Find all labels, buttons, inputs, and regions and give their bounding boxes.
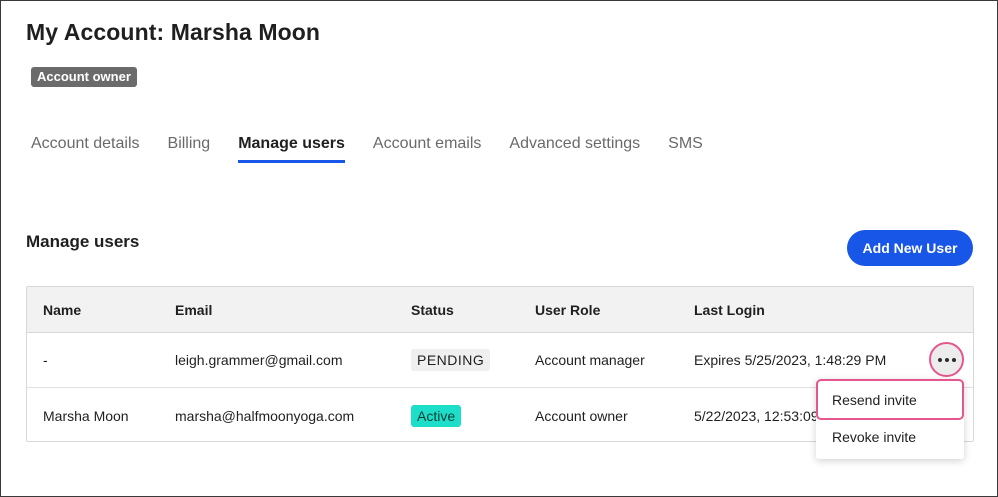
account-page: My Account: Marsha Moon Account owner Ac…	[0, 0, 998, 497]
status-badge: PENDING	[411, 349, 491, 371]
row-actions-menu: Resend invite Revoke invite	[816, 379, 964, 459]
user-email: leigh.grammer@gmail.com	[175, 352, 343, 368]
page-title: My Account: Marsha Moon	[26, 19, 321, 45]
user-name: Marsha Moon	[43, 407, 129, 424]
more-horizontal-icon	[937, 357, 956, 362]
last-login: 5/22/2023, 12:53:09	[694, 407, 819, 424]
table-header: Name Email Status User Role Last Login	[27, 287, 973, 333]
column-header-email: Email	[175, 301, 213, 318]
column-header-name: Name	[43, 301, 82, 318]
column-header-status: Status	[411, 301, 454, 318]
resend-invite-menu-item[interactable]: Resend invite	[816, 379, 964, 420]
status-cell: Active	[411, 388, 462, 441]
user-email: marsha@halfmoonyoga.com	[175, 407, 355, 424]
tab-manage-users[interactable]: Manage users	[238, 135, 345, 163]
tab-advanced-settings[interactable]: Advanced settings	[509, 135, 640, 163]
column-header-last-login: Last Login	[694, 301, 765, 318]
column-header-user-role: User Role	[535, 301, 601, 318]
tab-sms[interactable]: SMS	[668, 135, 703, 163]
row-actions-button[interactable]	[929, 342, 964, 377]
add-new-user-button[interactable]: Add New User	[847, 230, 973, 266]
revoke-invite-menu-item[interactable]: Revoke invite	[816, 425, 964, 449]
status-cell: PENDING	[411, 333, 491, 387]
user-name: -	[43, 352, 48, 368]
tab-account-emails[interactable]: Account emails	[373, 135, 482, 163]
status-badge: Active	[411, 404, 462, 427]
section-title: Manage users	[26, 232, 140, 251]
user-role: Account manager	[535, 352, 645, 368]
account-tabs: Account details Billing Manage users Acc…	[31, 135, 731, 163]
account-owner-badge: Account owner	[31, 67, 137, 87]
user-role: Account owner	[535, 407, 628, 424]
tab-account-details[interactable]: Account details	[31, 135, 140, 163]
tab-billing[interactable]: Billing	[168, 135, 211, 163]
